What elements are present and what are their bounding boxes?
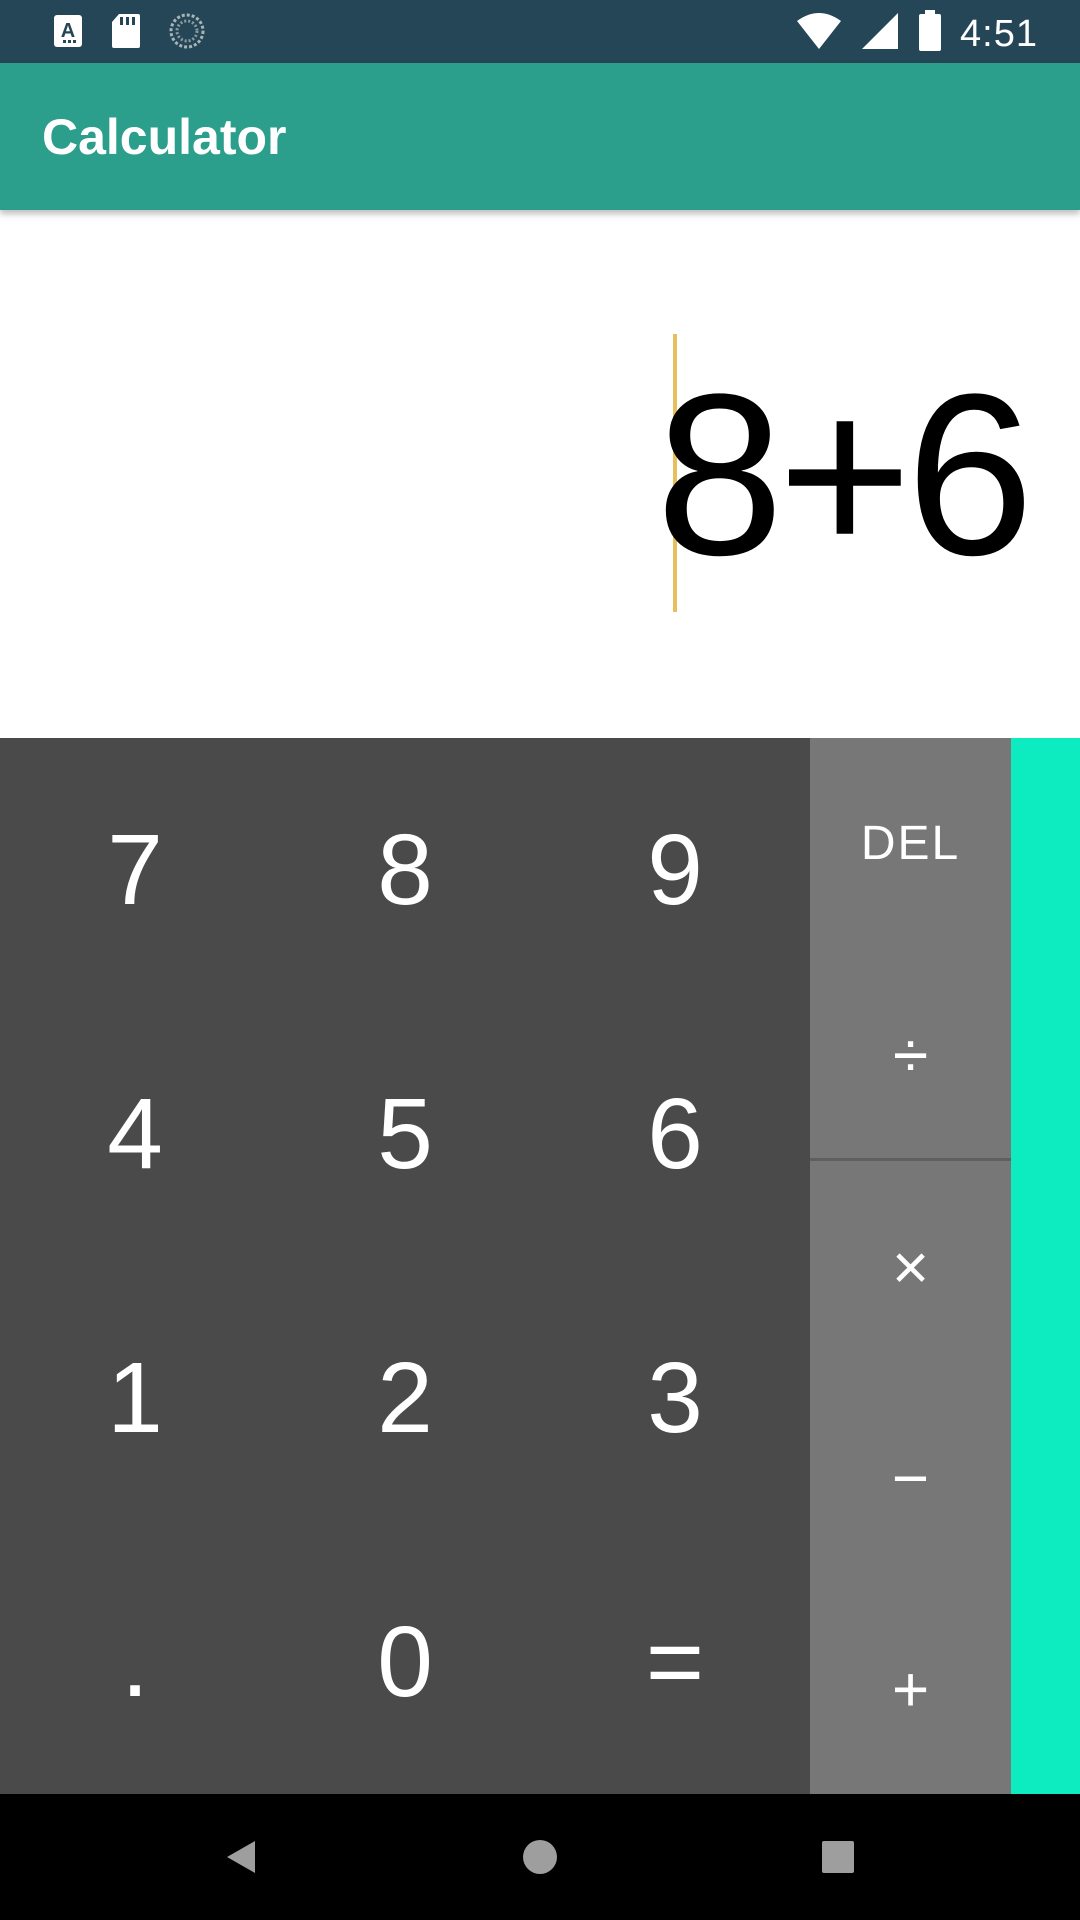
multiply-button[interactable]: × [810, 1161, 1011, 1372]
operator-panel: DEL ÷ × − + [810, 738, 1011, 1794]
digit-7-button[interactable]: 7 [0, 738, 270, 1002]
recents-icon[interactable] [805, 1824, 871, 1890]
equals-button[interactable]: = [540, 1530, 810, 1794]
calculator-display[interactable]: 8+6 [0, 210, 1080, 738]
digit-6-button[interactable]: 6 [540, 1002, 810, 1266]
minus-button[interactable]: − [810, 1372, 1011, 1583]
wifi-icon [796, 11, 842, 56]
sd-card-icon [110, 12, 142, 55]
digit-5-button[interactable]: 5 [270, 1002, 540, 1266]
digit-1-button[interactable]: 1 [0, 1266, 270, 1530]
number-keypad: 7 8 9 4 5 6 1 2 3 . 0 = [0, 738, 810, 1794]
status-time: 4:51 [960, 12, 1038, 55]
font-notification-icon: A [52, 13, 84, 54]
plus-button[interactable]: + [810, 1583, 1011, 1794]
digit-3-button[interactable]: 3 [540, 1266, 810, 1530]
notification-icons: A [52, 12, 206, 55]
system-icons: 4:51 [796, 10, 1038, 57]
status-bar: A 4:51 [0, 0, 1080, 63]
home-icon[interactable] [507, 1824, 573, 1890]
svg-text:A: A [61, 20, 75, 42]
digit-4-button[interactable]: 4 [0, 1002, 270, 1266]
advanced-functions-panel-handle[interactable] [1011, 738, 1080, 1794]
digit-0-button[interactable]: 0 [270, 1530, 540, 1794]
battery-icon [918, 10, 942, 57]
expression-text[interactable]: 8+6 [656, 360, 1034, 590]
back-icon[interactable] [208, 1824, 274, 1890]
app-title: Calculator [42, 109, 287, 165]
delete-button[interactable]: DEL [810, 738, 1011, 949]
decimal-point-button[interactable]: . [0, 1530, 270, 1794]
navigation-bar [0, 1794, 1080, 1920]
digit-9-button[interactable]: 9 [540, 738, 810, 1002]
divide-button[interactable]: ÷ [810, 949, 1011, 1160]
cell-signal-icon [860, 11, 900, 56]
sync-spinner-icon [168, 12, 206, 55]
digit-2-button[interactable]: 2 [270, 1266, 540, 1530]
digit-8-button[interactable]: 8 [270, 738, 540, 1002]
app-bar: Calculator [0, 63, 1080, 210]
